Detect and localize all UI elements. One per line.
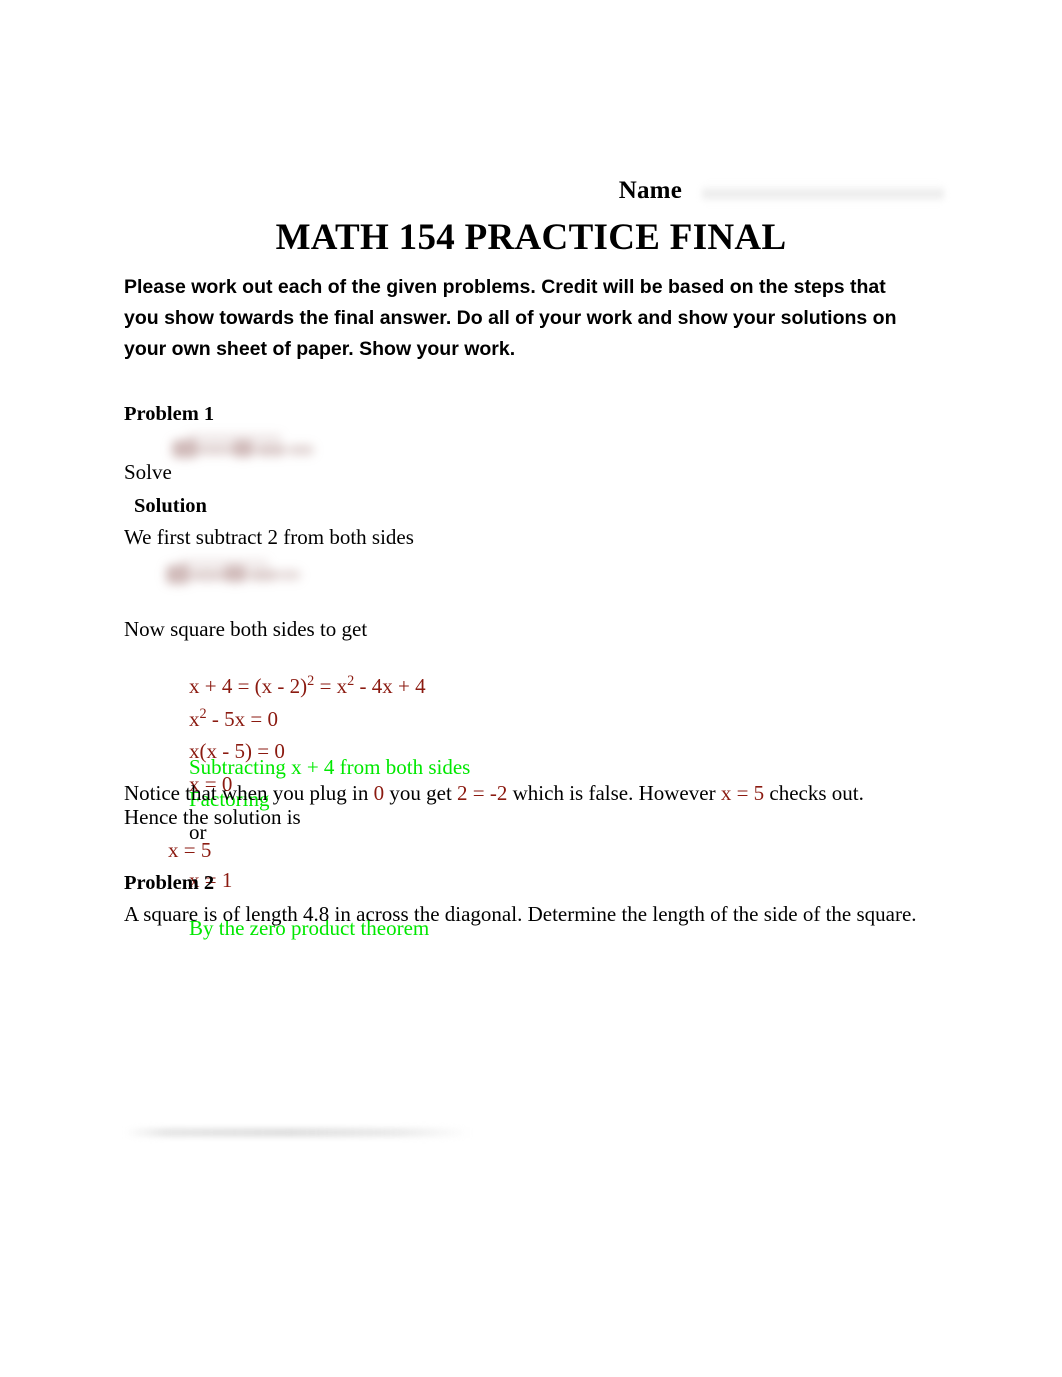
solution-step-2-text: Now square both sides to get (124, 617, 368, 641)
problem-2-heading: Problem 2 (124, 872, 215, 894)
check-value-zero: 0 (373, 781, 385, 805)
page-title-text: MATH 154 PRACTICE FINAL (275, 217, 787, 258)
problem-1-prompt: Solve (124, 460, 172, 484)
problem-1-equation-redaction (168, 428, 320, 468)
solution-heading: Solution (134, 495, 207, 517)
footer-redaction-blur (125, 1128, 470, 1137)
name-redaction-blur (702, 184, 944, 202)
check-value-solution: x = 5 (720, 781, 765, 805)
problem-1-heading: Problem 1 (124, 403, 215, 425)
check-value-false-equation: 2 = -2 (457, 781, 508, 805)
name-field-row: Name (124, 174, 944, 208)
page-title: MATH 154 PRACTICE FINAL (0, 216, 1062, 260)
instructions-paragraph: Please work out each of the given proble… (124, 276, 897, 360)
name-label: Name (618, 177, 682, 204)
problem-1-answer: x = 5 (168, 838, 212, 862)
solution-step-1-text: We first subtract 2 from both sides (124, 525, 414, 549)
check-sentence: Notice that when you plug in 0 you get 2… (124, 781, 864, 829)
document-page: Name MATH 154 PRACTICE FINAL Please work… (0, 0, 1062, 1377)
solution-step-1-equation-redaction (163, 552, 309, 594)
problem-2-text: A square is of length 4.8 in across the … (124, 902, 917, 926)
